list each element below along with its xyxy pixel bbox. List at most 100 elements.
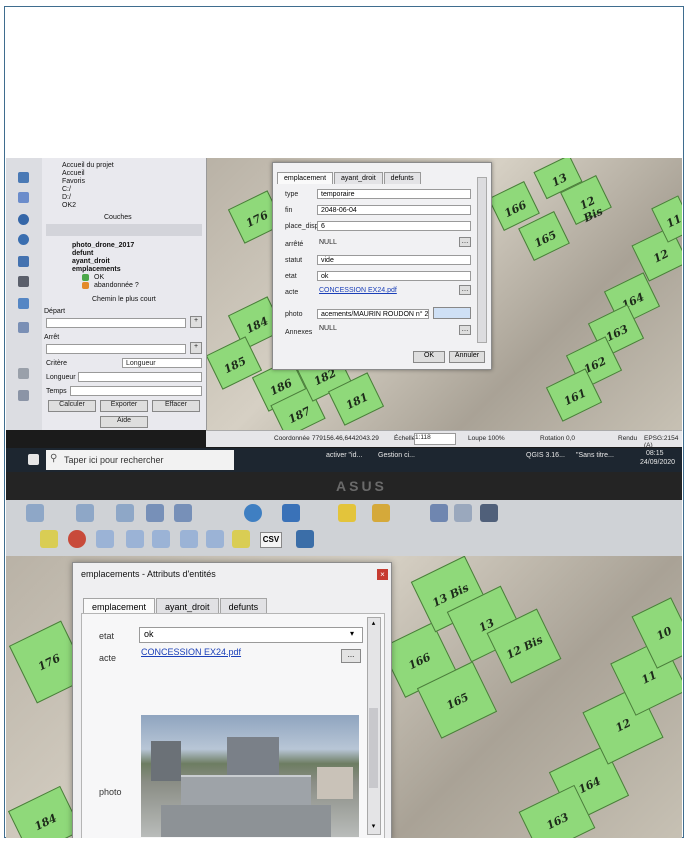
coordinate-value: 779156.46,6442043.29 bbox=[312, 435, 379, 442]
zoom-in-icon[interactable] bbox=[76, 504, 94, 522]
label-style-icon[interactable] bbox=[96, 530, 114, 548]
taskbar-search[interactable]: ⚲ Taper ici pour rechercher bbox=[46, 450, 234, 470]
photo-path-field[interactable]: acements/MAURIN ROUDON n° 24.JPG bbox=[317, 309, 429, 319]
tree-item[interactable]: C:/ bbox=[62, 186, 71, 193]
zoom-out-icon[interactable] bbox=[116, 504, 134, 522]
label-rotate-icon[interactable] bbox=[206, 530, 224, 548]
label-show-icon[interactable] bbox=[152, 530, 170, 548]
temps-label: Temps bbox=[46, 388, 67, 395]
scale-field[interactable]: 1:118 bbox=[414, 433, 456, 445]
depart-pick-button[interactable]: + bbox=[190, 316, 202, 328]
tree-item[interactable]: Accueil bbox=[62, 170, 85, 177]
statut-select[interactable]: vide bbox=[317, 255, 471, 265]
photo-browse-button[interactable] bbox=[433, 307, 471, 319]
taskbar-item-gestion[interactable]: Gestion ci... bbox=[378, 452, 415, 459]
critere-select[interactable]: Longueur bbox=[122, 358, 202, 368]
tree-item[interactable]: Favoris bbox=[62, 178, 85, 185]
layer-defunt[interactable]: defunt bbox=[72, 250, 93, 257]
temps-field[interactable] bbox=[70, 386, 202, 396]
label-icon[interactable] bbox=[40, 530, 58, 548]
pan-icon[interactable] bbox=[18, 172, 29, 183]
exporter-button[interactable]: Exporter bbox=[100, 400, 148, 412]
deselect-icon[interactable] bbox=[372, 504, 390, 522]
tree-item[interactable]: OK2 bbox=[62, 202, 76, 209]
etat-select[interactable]: ok ▾ bbox=[139, 627, 363, 643]
zoom-selection-icon[interactable] bbox=[174, 504, 192, 522]
select-icon[interactable] bbox=[338, 504, 356, 522]
tree-item[interactable]: Accueil du projet bbox=[62, 162, 114, 169]
field-calculator-icon[interactable] bbox=[454, 504, 472, 522]
calculer-button[interactable]: Calculer bbox=[48, 400, 96, 412]
layer-emplacements[interactable]: emplacements bbox=[72, 266, 121, 273]
zoom-layer-icon[interactable] bbox=[146, 504, 164, 522]
network-icon[interactable] bbox=[18, 234, 29, 245]
arret-field[interactable] bbox=[46, 344, 186, 354]
layer-photo-drone[interactable]: photo_drone_2017 bbox=[72, 242, 134, 249]
acte-link[interactable]: CONCESSION EX24.pdf bbox=[141, 647, 241, 657]
globe-icon[interactable] bbox=[18, 214, 29, 225]
pan-icon[interactable] bbox=[26, 504, 44, 522]
label-pin-icon[interactable] bbox=[126, 530, 144, 548]
acte-link[interactable]: CONCESSION EX24.pdf bbox=[319, 287, 397, 294]
refresh-icon[interactable] bbox=[244, 504, 262, 522]
etat-value: ok bbox=[144, 629, 154, 639]
crosshair-icon[interactable] bbox=[18, 368, 29, 379]
longueur-label: Longueur bbox=[46, 374, 76, 381]
attribute-table-icon[interactable] bbox=[430, 504, 448, 522]
layer-add-icon[interactable] bbox=[18, 322, 29, 333]
wms-icon[interactable] bbox=[18, 256, 29, 267]
label-change-icon[interactable] bbox=[232, 530, 250, 548]
search-placeholder: Taper ici pour rechercher bbox=[64, 455, 164, 465]
longueur-field[interactable] bbox=[78, 372, 202, 382]
close-icon[interactable]: × bbox=[377, 569, 388, 580]
diagram-icon[interactable] bbox=[68, 530, 86, 548]
place-disp-field[interactable]: 6 bbox=[317, 221, 471, 231]
crs-label[interactable]: EPSG:2154 (A) bbox=[644, 435, 682, 449]
category-abandoned[interactable]: abandonnée ? bbox=[94, 282, 139, 289]
effacer-button[interactable]: Effacer bbox=[152, 400, 200, 412]
abandoned-legend-icon bbox=[82, 282, 89, 289]
route-icon[interactable] bbox=[18, 276, 29, 287]
taskbar-item-notepad[interactable]: "Sans titre... bbox=[576, 452, 614, 459]
ok-button[interactable]: OK bbox=[413, 351, 445, 363]
layer-ayant-droit[interactable]: ayant_droit bbox=[72, 258, 110, 265]
attribute-dialog: emplacements - Attributs d'entités × emp… bbox=[72, 562, 392, 838]
fin-field[interactable]: 2048-06-04 bbox=[317, 205, 471, 215]
taskbar-item-chrome[interactable]: activer "id... bbox=[326, 452, 362, 459]
scroll-up-arrow-icon[interactable]: ▴ bbox=[369, 619, 378, 628]
depart-field[interactable] bbox=[46, 318, 186, 328]
windows-start-icon[interactable] bbox=[28, 454, 39, 465]
acte-browse-button[interactable]: ... bbox=[341, 649, 361, 663]
vector-icon[interactable] bbox=[18, 298, 29, 309]
tree-item[interactable]: D:/ bbox=[62, 194, 71, 201]
dialog-scrollbar[interactable]: ▴ ▾ bbox=[367, 617, 381, 835]
aide-button[interactable]: Aide bbox=[100, 416, 148, 428]
csv-button[interactable]: CSV bbox=[260, 532, 282, 548]
taskbar-item-qgis[interactable]: QGIS 3.16... bbox=[526, 452, 565, 459]
acte-browse-button[interactable]: … bbox=[459, 285, 471, 295]
rotation-value[interactable]: 0,0 bbox=[566, 435, 575, 442]
dialog-scrollbar[interactable] bbox=[477, 177, 487, 343]
tab-emplacement[interactable]: emplacement bbox=[277, 172, 334, 184]
magnifier-label: Loupe bbox=[468, 435, 487, 442]
annexes-browse-button[interactable]: … bbox=[459, 325, 471, 335]
label-move-icon[interactable] bbox=[180, 530, 198, 548]
scroll-down-arrow-icon[interactable]: ▾ bbox=[369, 822, 378, 831]
magnifier-value[interactable]: 100% bbox=[488, 435, 505, 442]
digitize-icon[interactable] bbox=[18, 192, 29, 203]
statistics-icon[interactable] bbox=[480, 504, 498, 522]
annuler-button[interactable]: Annuler bbox=[449, 351, 485, 363]
scroll-thumb[interactable] bbox=[369, 708, 378, 788]
annexes-label: Annexes bbox=[285, 329, 313, 336]
measure-icon[interactable] bbox=[18, 390, 29, 401]
python-icon[interactable] bbox=[296, 530, 314, 548]
arret-pick-button[interactable]: + bbox=[190, 342, 202, 354]
category-ok[interactable]: OK bbox=[94, 274, 104, 281]
identify-icon[interactable] bbox=[282, 504, 300, 522]
type-select[interactable]: temporaire bbox=[317, 189, 471, 199]
arrete-browse-button[interactable]: … bbox=[459, 237, 471, 247]
tab-defunts[interactable]: defunts bbox=[383, 172, 421, 184]
tab-ayant-droit[interactable]: ayant_droit bbox=[334, 172, 383, 184]
etat-select[interactable]: ok bbox=[317, 271, 471, 281]
render-label[interactable]: Rendu bbox=[618, 435, 637, 442]
